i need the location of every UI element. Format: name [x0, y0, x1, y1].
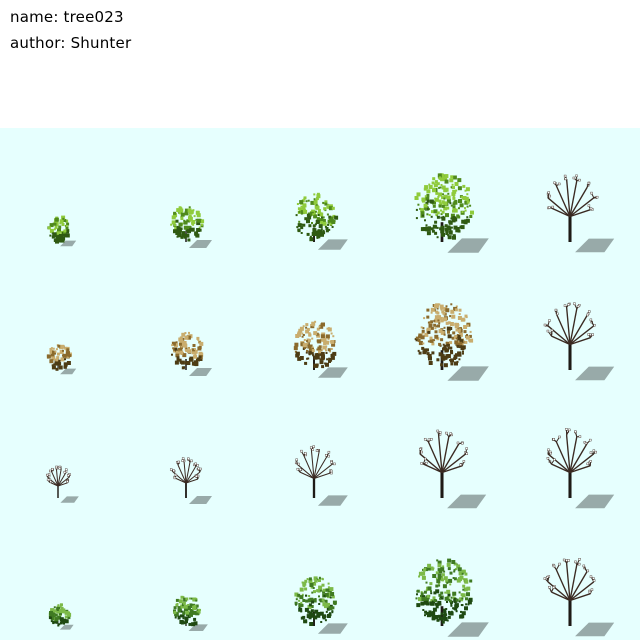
tree-foliage — [295, 192, 339, 242]
bare-tree-branches — [546, 428, 597, 498]
bare-tree-branches — [45, 465, 71, 498]
tree-shadow — [575, 238, 615, 253]
sprite-info-header: name: tree023 author: Shunter — [0, 0, 640, 128]
tree-shadow — [447, 622, 489, 637]
tree-sprite-summer-5 — [546, 174, 615, 253]
tree-shadow — [575, 622, 615, 637]
tree-sprite-summer-1 — [47, 215, 77, 247]
tree-shadow — [317, 623, 348, 634]
tree-foliage — [415, 558, 473, 624]
tree-foliage — [173, 595, 201, 627]
tree-foliage — [293, 320, 337, 369]
tree-shadow — [317, 495, 348, 506]
tree-sprite-winter-1 — [45, 465, 79, 503]
tree-shadow — [447, 238, 489, 253]
tree-sprite-autumn-5 — [543, 302, 615, 381]
sprite-grid — [45, 173, 615, 637]
bare-tree-branches — [546, 174, 599, 242]
tree-foliage — [46, 344, 72, 371]
tree-foliage — [414, 303, 474, 368]
tree-sprite-summer-4 — [414, 173, 489, 253]
tree-shadow — [317, 367, 348, 378]
tree-shadow — [575, 366, 615, 381]
tree-foliage — [171, 331, 204, 370]
tree-sprite-winter-4 — [419, 429, 487, 509]
tree-sprite-summer-2 — [170, 206, 212, 248]
bare-tree-branches — [419, 429, 469, 498]
tree-sprite-autumn-4 — [414, 303, 489, 381]
tree-shadow — [317, 239, 348, 250]
tree-sprite-autumn-2 — [171, 331, 212, 376]
tree-foliage — [294, 576, 337, 626]
tree-shadow — [575, 494, 615, 509]
tree-foliage — [48, 603, 72, 627]
bare-tree-branches — [294, 445, 336, 498]
tree-sprite-spring-3 — [294, 576, 348, 634]
tree-sprite-winter-5 — [546, 428, 615, 509]
tree-shadow — [60, 496, 79, 503]
tree-sprite-winter-3 — [294, 445, 348, 506]
tree-foliage — [414, 173, 474, 240]
tree-sprite-spring-5 — [543, 558, 615, 637]
tree-sprite-spring-4 — [415, 558, 489, 637]
tree-sprite-winter-2 — [169, 457, 212, 504]
tree-shadow — [447, 494, 487, 509]
tree-foliage — [170, 206, 205, 242]
bare-tree-branches — [543, 558, 596, 626]
tree-shadow — [189, 240, 212, 248]
tree-shadow — [447, 366, 489, 381]
tree-foliage — [47, 215, 70, 244]
bare-tree-branches — [543, 302, 596, 370]
sprite-name-label: name: tree023 — [10, 8, 124, 26]
tree-sprite-autumn-3 — [293, 320, 348, 378]
bare-tree-branches — [169, 457, 202, 498]
tree-sprite-summer-3 — [295, 192, 348, 250]
tree-shadow — [189, 496, 212, 504]
tree-sprite-spring-2 — [173, 595, 208, 632]
tree-sprite-autumn-1 — [46, 344, 77, 375]
tree-sprite-sheet — [0, 128, 640, 640]
tree-shadow — [189, 368, 212, 376]
tree-sprite-spring-1 — [48, 603, 74, 630]
sprite-author-label: author: Shunter — [10, 34, 132, 52]
tree-shadow — [59, 624, 74, 630]
